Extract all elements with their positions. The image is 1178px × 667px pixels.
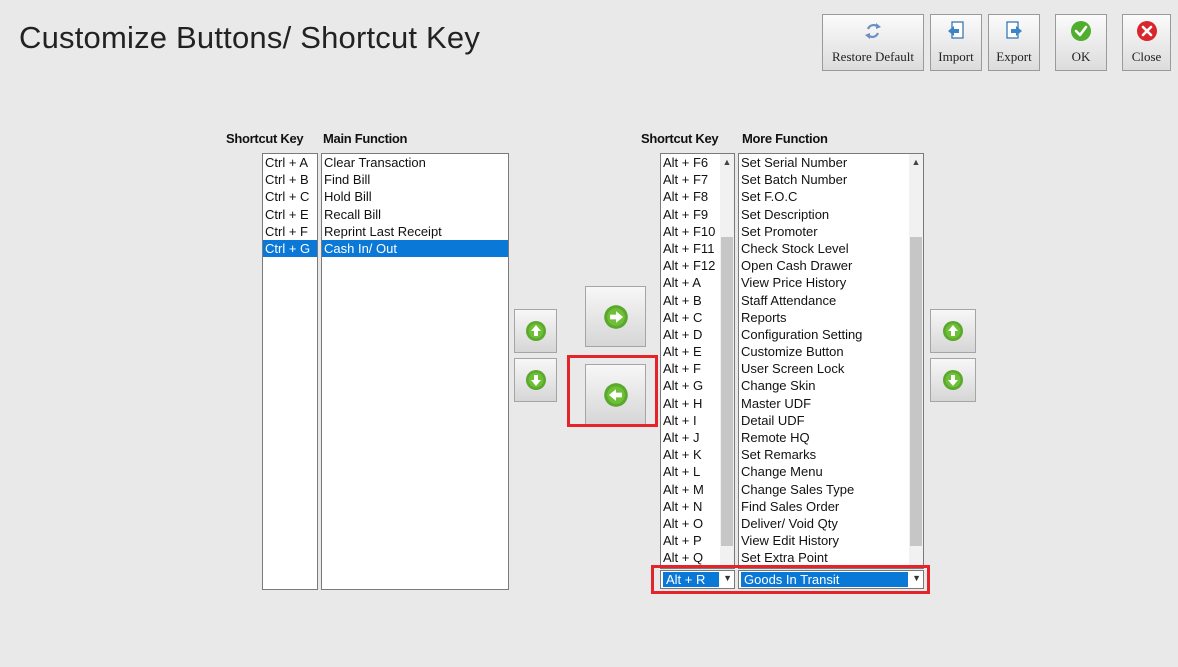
arrow-up-circle-icon — [525, 321, 546, 341]
arrow-down-circle-icon — [525, 370, 546, 390]
more-move-down-button[interactable] — [930, 358, 976, 402]
main-shortcut-key-list[interactable]: Ctrl + A Ctrl + B Ctrl + C Ctrl + E Ctrl + F… — [262, 153, 318, 590]
list-item[interactable]: View Edit History — [739, 532, 923, 549]
close-circle-icon — [1136, 21, 1157, 41]
list-item[interactable]: Ctrl + F — [263, 223, 317, 240]
list-item[interactable]: Find Bill — [322, 171, 508, 188]
list-item[interactable]: Set Batch Number — [739, 171, 923, 188]
highlight-selected-row — [651, 565, 930, 594]
transfer-right-button[interactable] — [585, 286, 646, 347]
list-item[interactable]: Deliver/ Void Qty — [739, 515, 923, 532]
list-item[interactable]: Cash In/ Out — [322, 239, 508, 258]
scroll-thumb[interactable] — [721, 237, 733, 546]
export-button[interactable]: Export — [988, 14, 1040, 71]
export-arrow-icon — [1006, 21, 1022, 39]
close-label: Close — [1131, 49, 1162, 64]
list-item[interactable]: Set F.O.C — [739, 188, 923, 205]
ok-label: OK — [1071, 49, 1091, 64]
list-item[interactable]: Clear Transaction — [322, 154, 508, 171]
more-function-header: More Function — [742, 131, 828, 146]
list-item[interactable]: Set Extra Point — [739, 549, 923, 566]
main-function-header: Main Function — [323, 131, 408, 146]
import-button[interactable]: Import — [930, 14, 982, 71]
scroll-thumb[interactable] — [910, 237, 922, 546]
list-item[interactable]: Detail UDF — [739, 412, 923, 429]
arrow-up-circle-icon — [943, 321, 963, 341]
close-button[interactable]: Close — [1122, 14, 1171, 71]
list-item[interactable]: Ctrl + C — [263, 188, 317, 205]
list-item[interactable]: View Price History — [739, 274, 923, 291]
list-item[interactable]: Find Sales Order — [739, 498, 923, 515]
list-item[interactable]: Hold Bill — [322, 188, 508, 205]
list-item[interactable]: Open Cash Drawer — [739, 257, 923, 274]
scroll-up-icon[interactable]: ▲ — [909, 157, 923, 167]
more-shortcut-scrollbar[interactable]: ▲ — [720, 154, 734, 568]
restore-default-label: Restore Default — [832, 49, 914, 64]
main-function-list[interactable]: Clear Transaction Find Bill Hold Bill Recal… — [321, 153, 509, 590]
arrow-down-circle-icon — [943, 370, 963, 390]
ok-button[interactable]: OK — [1055, 14, 1107, 71]
refresh-icon — [865, 23, 881, 39]
list-item[interactable]: Configuration Setting — [739, 326, 923, 343]
list-item[interactable]: Check Stock Level — [739, 240, 923, 257]
list-item[interactable]: Ctrl + B — [263, 171, 317, 188]
list-item[interactable]: Set Remarks — [739, 446, 923, 463]
list-item[interactable]: User Screen Lock — [739, 360, 923, 377]
list-item[interactable]: Remote HQ — [739, 429, 923, 446]
page-title: Customize Buttons/ Shortcut Key — [19, 20, 481, 55]
more-function-scrollbar[interactable]: ▲ — [909, 154, 923, 568]
list-item[interactable]: Ctrl + E — [263, 206, 317, 223]
list-item[interactable]: Customize Button — [739, 343, 923, 360]
check-circle-icon — [1071, 21, 1091, 41]
list-item[interactable]: Set Serial Number — [739, 154, 923, 171]
main-move-down-button[interactable] — [514, 358, 557, 402]
more-shortcut-key-list[interactable]: Alt + F6 Alt + F7 Alt + F8 Alt + F9 Alt + F1… — [660, 153, 735, 569]
list-item[interactable]: Reports — [739, 309, 923, 326]
list-item[interactable]: Set Description — [739, 206, 923, 223]
more-function-list[interactable]: Set Serial Number Set Batch Number Set F.O… — [738, 153, 924, 569]
more-shortcut-header: Shortcut Key — [641, 131, 719, 146]
list-item[interactable]: Set Promoter — [739, 223, 923, 240]
list-item[interactable]: Staff Attendance — [739, 292, 923, 309]
list-item[interactable]: Reprint Last Receipt — [322, 223, 508, 240]
list-item[interactable]: Change Sales Type — [739, 481, 923, 498]
import-label: Import — [938, 49, 974, 64]
main-shortcut-header: Shortcut Key — [226, 131, 304, 146]
list-item[interactable]: Recall Bill — [322, 206, 508, 223]
scroll-up-icon[interactable]: ▲ — [720, 157, 734, 167]
main-move-up-button[interactable] — [514, 309, 557, 353]
highlight-transfer-left — [567, 355, 658, 427]
import-arrow-icon — [948, 21, 964, 39]
list-item[interactable]: Ctrl + G — [263, 239, 317, 258]
list-item[interactable]: Ctrl + A — [263, 154, 317, 171]
more-move-up-button[interactable] — [930, 309, 976, 353]
list-item[interactable]: Change Skin — [739, 377, 923, 394]
list-item[interactable]: Change Menu — [739, 463, 923, 480]
list-item[interactable]: Master UDF — [739, 395, 923, 412]
restore-default-button[interactable]: Restore Default — [822, 14, 924, 71]
export-label: Export — [996, 49, 1032, 64]
arrow-right-circle-icon — [603, 304, 628, 329]
